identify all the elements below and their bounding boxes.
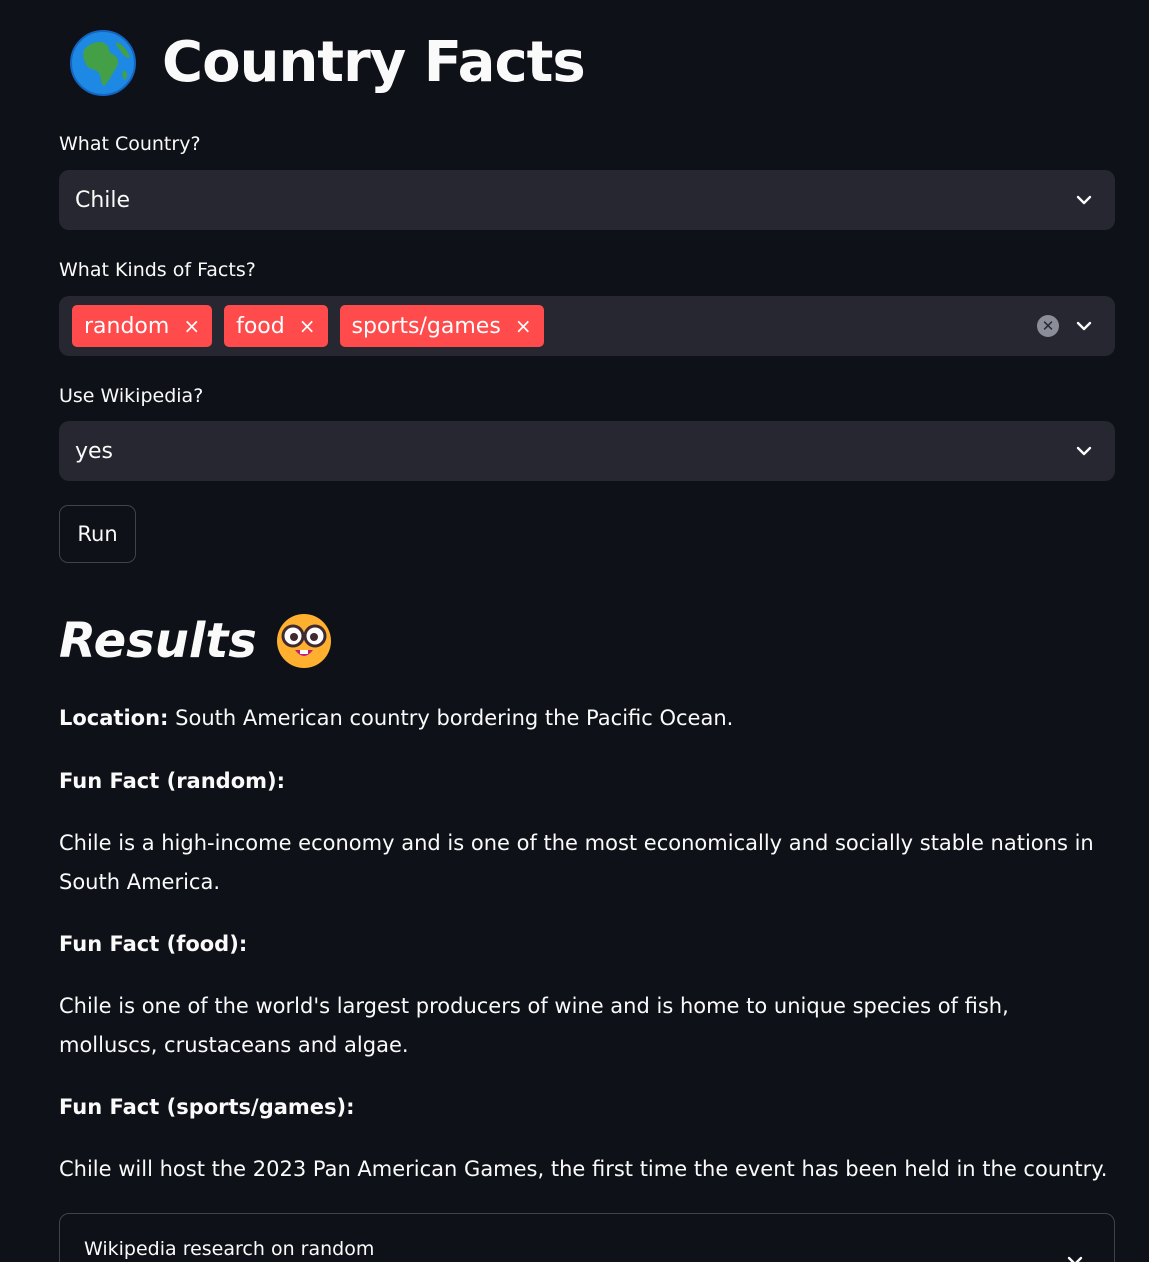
wiki-select[interactable]: yes — [59, 421, 1115, 481]
facts-label: What Kinds of Facts? — [59, 259, 256, 281]
fact-random-heading: Fun Fact (random): — [59, 769, 286, 793]
fact-sports-text: Chile will host the 2023 Pan American Ga… — [59, 1157, 1108, 1181]
wikipedia-research-expander[interactable]: Wikipedia research on random — [59, 1213, 1115, 1262]
globe-africa-icon — [70, 30, 136, 96]
country-label: What Country? — [59, 133, 201, 155]
tag-label: random — [84, 313, 170, 339]
tag-sports-games: sports/games × — [339, 305, 544, 347]
wiki-label: Use Wikipedia? — [59, 385, 204, 407]
fact-random-text: Chile is a high-income economy and is on… — [59, 831, 1094, 894]
run-button[interactable]: Run — [59, 505, 136, 563]
location-text: South American country bordering the Pac… — [175, 706, 734, 730]
results-heading: Results — [59, 613, 257, 669]
nerd-face-icon — [276, 614, 331, 668]
fact-food-heading: Fun Fact (food): — [59, 932, 248, 956]
remove-tag-icon[interactable]: × — [183, 316, 200, 336]
chevron-down-icon[interactable] — [1073, 315, 1095, 337]
page-title: Country Facts — [162, 30, 586, 95]
tag-food: food × — [224, 305, 328, 347]
fact-food-text: Chile is one of the world's largest prod… — [59, 994, 1009, 1057]
remove-tag-icon[interactable]: × — [299, 316, 316, 336]
title-row: Country Facts — [70, 30, 586, 96]
clear-all-icon[interactable]: ✕ — [1037, 315, 1059, 337]
country-select[interactable]: Chile — [59, 170, 1115, 230]
wiki-select-value: yes — [75, 438, 114, 464]
remove-tag-icon[interactable]: × — [515, 316, 532, 336]
chevron-down-icon[interactable] — [1064, 1250, 1086, 1262]
tag-label: food — [236, 313, 285, 339]
tag-label: sports/games — [351, 313, 501, 339]
location-line: Location: South American country borderi… — [59, 699, 1109, 738]
chevron-down-icon[interactable] — [1073, 440, 1095, 462]
tag-random: random × — [72, 305, 213, 347]
chevron-down-icon[interactable] — [1073, 189, 1095, 211]
fact-sports-heading: Fun Fact (sports/games): — [59, 1095, 355, 1119]
location-label: Location: — [59, 706, 169, 730]
facts-tags: random × food × sports/games × — [59, 305, 544, 347]
app-page: Country Facts What Country? Chile What K… — [0, 0, 1149, 1262]
results-header: Results — [59, 612, 333, 670]
facts-multiselect[interactable]: random × food × sports/games × ✕ — [59, 296, 1115, 356]
country-select-value: Chile — [75, 187, 131, 213]
expander-label: Wikipedia research on random — [84, 1238, 375, 1260]
